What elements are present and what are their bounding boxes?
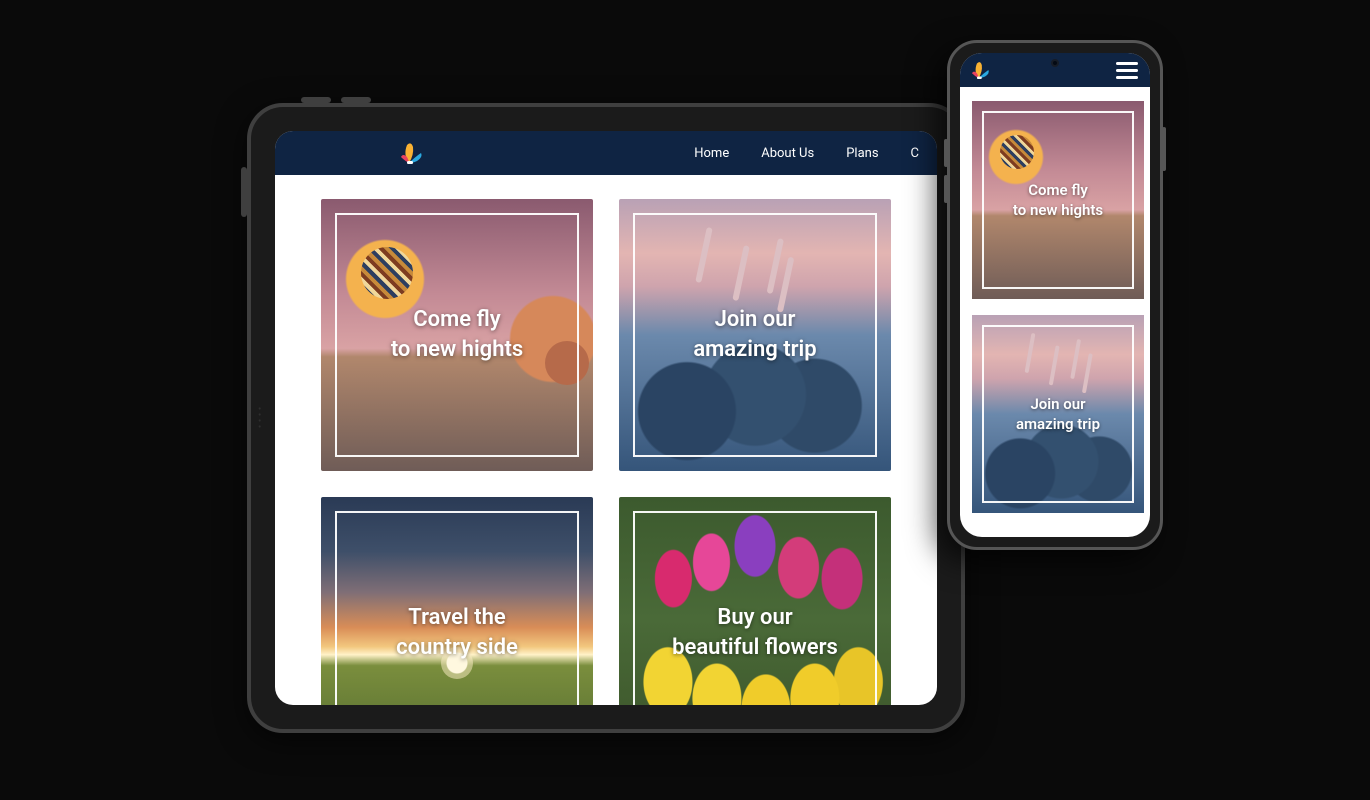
tablet-screen: Home About Us Plans C Come fly to new hi… — [275, 131, 937, 705]
nav-links: Home About Us Plans C — [694, 146, 919, 161]
tablet-device-frame: •••• Home About Us Plans C — [247, 103, 965, 733]
phone-hw-button — [1162, 127, 1166, 171]
brand-logo-icon — [401, 141, 423, 165]
nav-link-home[interactable]: Home — [694, 146, 729, 161]
card-caption: Join our amazing trip — [693, 305, 816, 364]
card-flowers[interactable]: Buy our beautiful flowers — [619, 497, 891, 705]
phone-navbar — [960, 53, 1150, 87]
cards-grid: Come fly to new hights Join our amazing … — [275, 175, 937, 705]
card-caption: Buy our beautiful flowers — [672, 603, 838, 662]
navbar: Home About Us Plans C — [275, 131, 937, 175]
tablet-hw-button — [301, 97, 331, 103]
card-caption: Join our amazing trip — [1016, 394, 1100, 435]
card-country[interactable]: Travel the country side — [321, 497, 593, 705]
tablet-hw-button — [241, 167, 247, 217]
phone-hw-button — [944, 139, 948, 167]
card-balloon[interactable]: Come fly to new hights — [321, 199, 593, 471]
phone-cards-list: Come fly to new hights Join our amazing … — [960, 87, 1150, 527]
phone-screen: Come fly to new hights Join our amazing … — [960, 53, 1150, 537]
nav-link-more[interactable]: C — [911, 146, 919, 161]
card-caption: Come fly to new hights — [1013, 180, 1103, 221]
tablet-hw-button — [341, 97, 371, 103]
card-caption: Travel the country side — [396, 603, 518, 662]
card-caption: Come fly to new hights — [391, 305, 523, 364]
nav-link-about-us[interactable]: About Us — [761, 146, 814, 161]
hamburger-menu-icon[interactable] — [1116, 62, 1138, 79]
card-trip[interactable]: Join our amazing trip — [619, 199, 891, 471]
phone-device-frame: Come fly to new hights Join our amazing … — [947, 40, 1163, 550]
phone-camera-icon — [1051, 59, 1059, 67]
nav-link-plans[interactable]: Plans — [846, 146, 878, 161]
phone-hw-button — [944, 175, 948, 203]
card-trip[interactable]: Join our amazing trip — [972, 315, 1144, 513]
card-balloon[interactable]: Come fly to new hights — [972, 101, 1144, 299]
brand-logo-icon — [972, 60, 990, 80]
tablet-speaker-dots: •••• — [258, 407, 261, 431]
